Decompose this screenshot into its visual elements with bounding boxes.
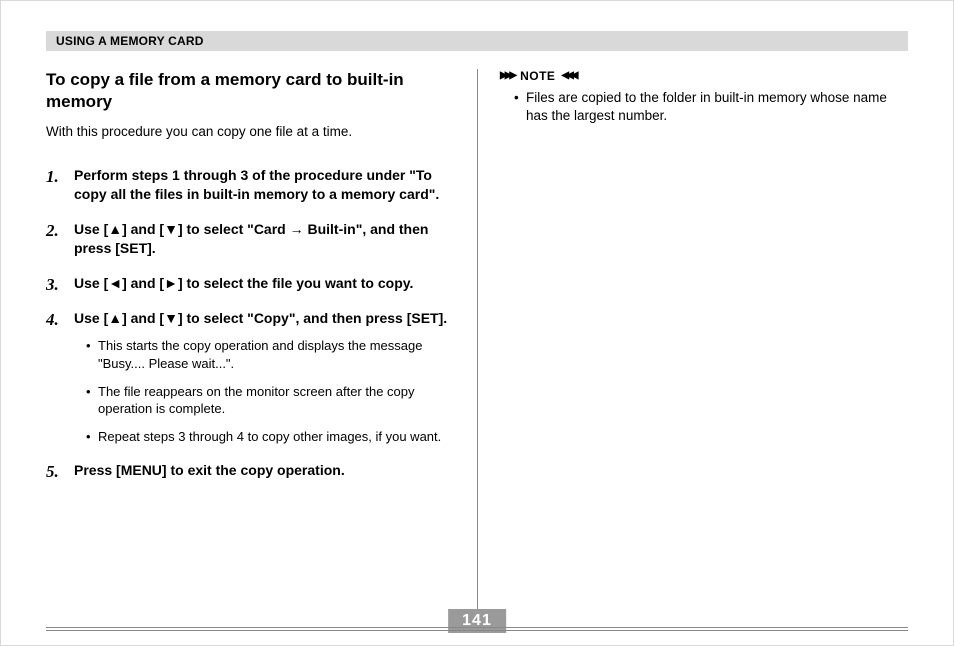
procedure-steps: Perform steps 1 through 3 of the procedu… xyxy=(46,166,455,480)
note-header: ▶▶▶ NOTE ◀◀◀ xyxy=(500,69,908,83)
triangle-left-icon: ◀◀◀ xyxy=(561,71,575,81)
step-text: Use [▲] and [▼] to select "Copy", and th… xyxy=(74,310,447,326)
page-footer: 141 xyxy=(46,627,908,631)
step-1: Perform steps 1 through 3 of the procedu… xyxy=(46,166,455,204)
two-column-layout: To copy a file from a memory card to bui… xyxy=(46,69,908,609)
note-item: Files are copied to the folder in built-… xyxy=(514,89,908,125)
step-2: Use [▲] and [▼] to select "Card → Built-… xyxy=(46,220,455,258)
subsection-title: To copy a file from a memory card to bui… xyxy=(46,69,455,113)
step-text: Use [◄] and [►] to select the file you w… xyxy=(74,275,413,291)
step-text: Press [MENU] to exit the copy operation. xyxy=(74,462,345,478)
right-column: ▶▶▶ NOTE ◀◀◀ Files are copied to the fol… xyxy=(477,69,908,609)
step-3: Use [◄] and [►] to select the file you w… xyxy=(46,274,455,293)
note-label: NOTE xyxy=(520,69,555,83)
step-text: Perform steps 1 through 3 of the procedu… xyxy=(74,167,439,202)
section-header-bar: USING A MEMORY CARD xyxy=(46,31,908,51)
step-5: Press [MENU] to exit the copy operation. xyxy=(46,461,455,480)
subitem: The file reappears on the monitor screen… xyxy=(86,383,455,418)
step-text: Use [▲] and [▼] to select "Card → Built-… xyxy=(74,221,428,256)
step-4: Use [▲] and [▼] to select "Copy", and th… xyxy=(46,309,455,446)
manual-page: USING A MEMORY CARD To copy a file from … xyxy=(0,0,954,646)
subitem: Repeat steps 3 through 4 to copy other i… xyxy=(86,428,455,446)
subitem: This starts the copy operation and displ… xyxy=(86,337,455,372)
footer-rule xyxy=(46,627,908,631)
step-4-subitems: This starts the copy operation and displ… xyxy=(74,337,455,445)
left-column: To copy a file from a memory card to bui… xyxy=(46,69,477,609)
note-list: Files are copied to the folder in built-… xyxy=(500,89,908,125)
intro-text: With this procedure you can copy one fil… xyxy=(46,123,455,142)
triangle-right-icon: ▶▶▶ xyxy=(500,71,514,81)
